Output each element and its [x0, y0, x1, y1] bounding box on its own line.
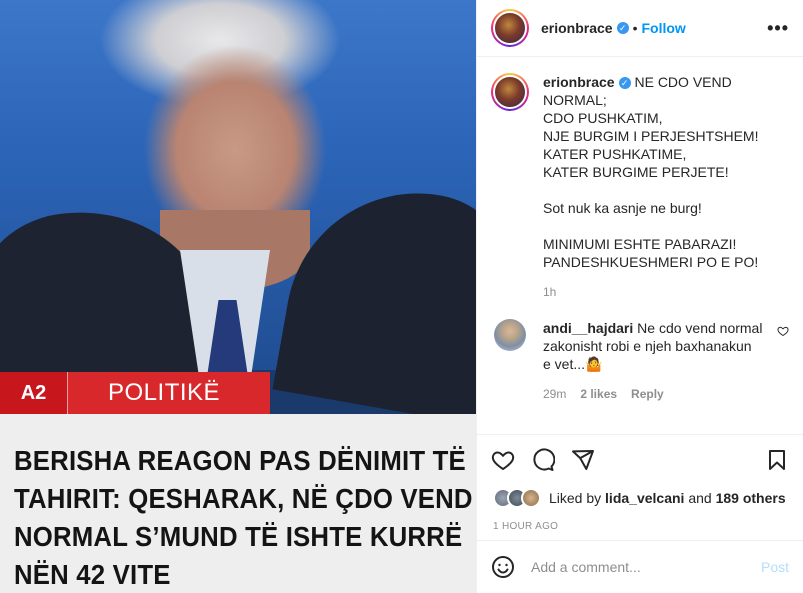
- liker-username[interactable]: lida_velcani: [605, 490, 684, 506]
- liker-avatar: [521, 488, 541, 508]
- emoji-icon[interactable]: [491, 555, 515, 579]
- post-comment-button[interactable]: Post: [761, 559, 789, 575]
- likes-count[interactable]: 189 others: [716, 490, 786, 506]
- bookmark-icon[interactable]: [765, 448, 789, 472]
- follow-button[interactable]: Follow: [642, 20, 686, 36]
- commenter-username[interactable]: andi__hajdari: [543, 320, 633, 336]
- author-avatar-image: [493, 11, 527, 45]
- add-comment-bar: Post: [477, 540, 803, 593]
- comment-input[interactable]: [531, 559, 761, 575]
- comments-section[interactable]: erionbrace ✓ NE CDO VEND NORMAL; CDO PUSH…: [477, 57, 803, 434]
- category-label: POLITIKË: [68, 372, 271, 414]
- a2-logo: A2: [0, 372, 68, 414]
- comment-icon[interactable]: [531, 447, 555, 472]
- author-username[interactable]: erionbrace: [541, 20, 613, 36]
- comment-meta: 29m 2 likes Reply: [543, 385, 763, 403]
- like-icon[interactable]: [491, 448, 515, 472]
- liker-avatars: [493, 488, 541, 508]
- commenter-avatar[interactable]: [494, 319, 526, 351]
- caption-text: NE CDO VEND NORMAL; CDO PUSHKATIM, NJE B…: [543, 74, 759, 270]
- author-avatar[interactable]: [491, 9, 529, 47]
- caption-time[interactable]: 1h: [543, 283, 789, 301]
- caption-content: erionbrace ✓ NE CDO VEND NORMAL; CDO PUSH…: [543, 73, 789, 301]
- category-tag: A2 POLITIKË: [0, 372, 271, 414]
- comment-like-icon[interactable]: [777, 325, 789, 337]
- post-sidebar: erionbrace ✓ • Follow ••• erionbrace ✓ NE…: [476, 0, 803, 593]
- portrait-photo: [0, 0, 476, 428]
- caption-avatar-image: [493, 75, 527, 109]
- more-options-icon[interactable]: •••: [767, 18, 789, 39]
- reply-button[interactable]: Reply: [631, 385, 664, 403]
- post-timestamp[interactable]: 1 HOUR AGO: [477, 512, 803, 540]
- likes-mid: and: [688, 490, 712, 506]
- caption-username[interactable]: erionbrace: [543, 74, 615, 90]
- verified-badge-icon: ✓: [618, 77, 631, 90]
- post-header: erionbrace ✓ • Follow •••: [477, 0, 803, 57]
- comment-likes[interactable]: 2 likes: [580, 385, 617, 403]
- separator-dot: •: [632, 20, 638, 36]
- verified-badge-icon: ✓: [616, 22, 629, 34]
- comment-emoji: 🤷: [585, 356, 603, 372]
- comment-item: andi__hajdari Ne cdo vend normal zakonis…: [491, 319, 789, 403]
- comment-content: andi__hajdari Ne cdo vend normal zakonis…: [543, 319, 763, 403]
- action-bar: [477, 434, 803, 484]
- caption-avatar[interactable]: [491, 73, 529, 111]
- caption: erionbrace ✓ NE CDO VEND NORMAL; CDO PUSH…: [491, 73, 789, 301]
- comment-time[interactable]: 29m: [543, 385, 566, 403]
- instagram-post: A2 POLITIKË BERISHA REAGON PAS DËNIMIT T…: [0, 0, 803, 593]
- likes-prefix: Liked by: [549, 490, 602, 506]
- headline-box: BERISHA REAGON PAS DËNIMIT TË TAHIRIT: Q…: [0, 414, 476, 593]
- post-image[interactable]: A2 POLITIKË BERISHA REAGON PAS DËNIMIT T…: [0, 0, 476, 593]
- share-icon[interactable]: [571, 448, 595, 472]
- headline-text: BERISHA REAGON PAS DËNIMIT TË TAHIRIT: Q…: [14, 445, 473, 590]
- likes-summary: Liked by lida_velcani and 189 others: [477, 484, 803, 512]
